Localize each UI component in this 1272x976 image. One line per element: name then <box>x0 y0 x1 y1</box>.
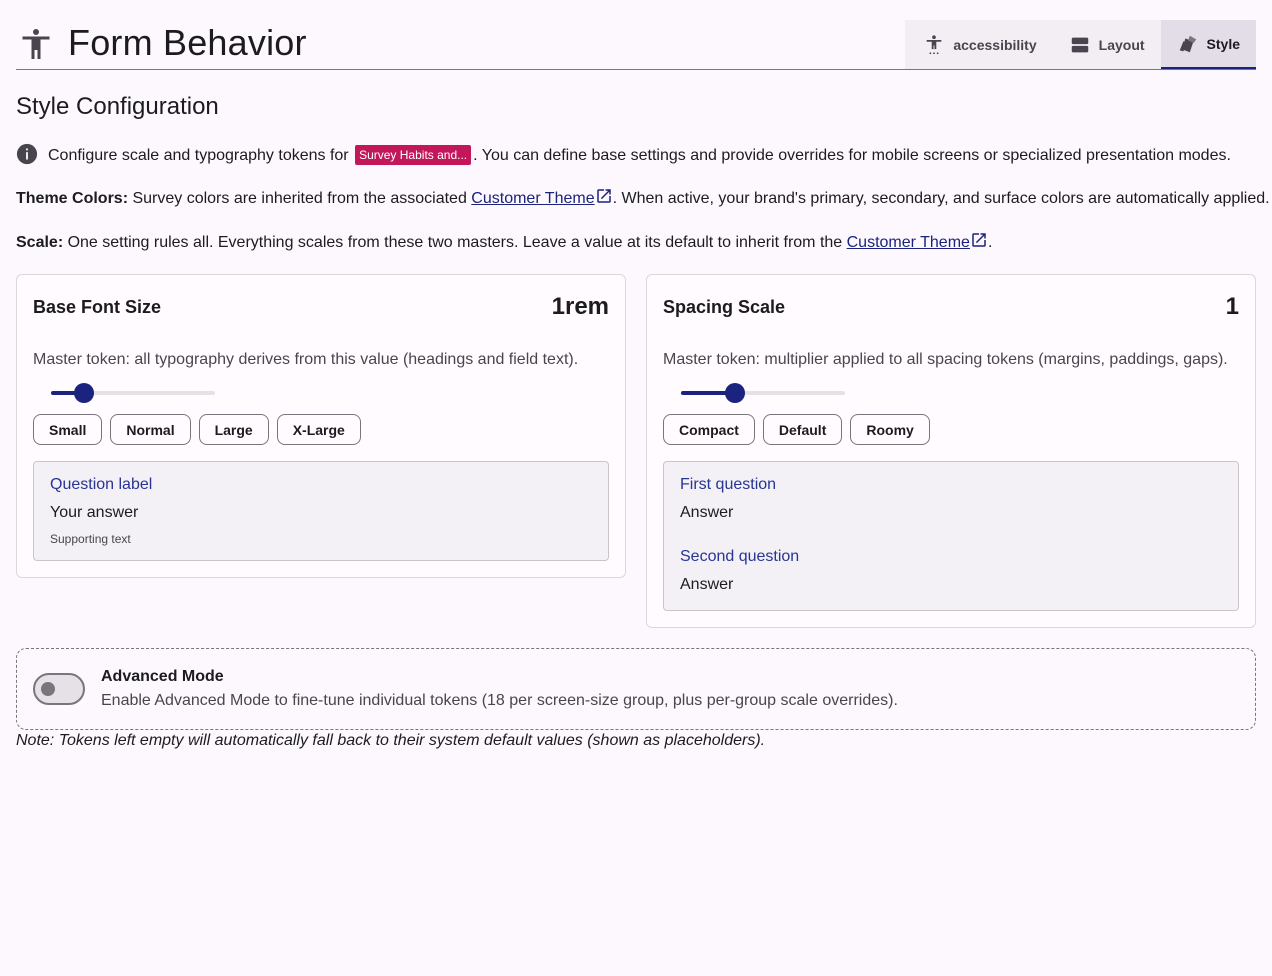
card-description: Master token: all typography derives fro… <box>33 351 579 368</box>
roomy-button[interactable]: Roomy <box>850 414 930 445</box>
theme-colors-text-after: . When active, your brand's primary, sec… <box>612 190 1270 207</box>
tab-label: Style <box>1206 35 1240 52</box>
card-value: 1rem <box>551 293 609 320</box>
base-font-size-card: Base Font Size 1rem Master token: all ty… <box>16 274 626 578</box>
spacing-scale-card: Spacing Scale 1 Master token: multiplier… <box>646 274 1256 628</box>
intro-line: Configure scale and typography tokens fo… <box>16 143 1231 166</box>
fallback-note: Note: Tokens left empty will automatical… <box>16 732 766 749</box>
info-icon <box>16 143 38 165</box>
page-title: Form Behavior <box>68 22 307 63</box>
preview-first-answer: Answer <box>680 504 734 521</box>
accessibility-icon <box>927 34 942 54</box>
advanced-mode-toggle[interactable] <box>33 673 85 705</box>
theme-colors-text: Survey colors are inherited from the ass… <box>128 190 472 207</box>
external-link-icon <box>596 189 611 203</box>
customer-theme-link[interactable]: Customer Theme <box>471 189 612 207</box>
intro-text: Configure scale and typography tokens fo… <box>48 147 349 164</box>
preview-second-question: Second question <box>680 548 800 565</box>
normal-button[interactable]: Normal <box>110 414 191 445</box>
scale-text-after: . <box>987 234 993 251</box>
tab-bar: accessibility Layout Style <box>905 20 1256 69</box>
compact-button[interactable]: Compact <box>663 414 755 445</box>
preview-first-question: First question <box>680 476 777 493</box>
small-button[interactable]: Small <box>33 414 103 445</box>
external-link-icon <box>972 233 986 247</box>
spacing-presets: Compact Default Roomy <box>663 414 930 445</box>
tab-style[interactable]: Style <box>1160 20 1256 69</box>
tab-label: accessibility <box>953 36 1037 53</box>
x-large-button[interactable]: X-Large <box>276 414 361 445</box>
tab-accessibility[interactable]: accessibility <box>905 20 1052 69</box>
font-size-presets: Small Normal Large X-Large <box>33 414 361 445</box>
preview-question-label: Question label <box>50 476 153 493</box>
spacing-preview: First question Answer Second question An… <box>663 461 1239 611</box>
preview-answer: Your answer <box>50 504 139 521</box>
preview-supporting-text: Supporting text <box>50 532 131 546</box>
tab-label: Layout <box>1098 36 1145 53</box>
slider-thumb[interactable] <box>73 383 94 403</box>
card-value: 1 <box>1225 293 1239 320</box>
style-icon <box>1179 35 1196 52</box>
advanced-mode-title: Advanced Mode <box>101 668 224 685</box>
survey-chip: Survey Habits and... <box>355 145 472 165</box>
preview-second-answer: Answer <box>680 576 734 593</box>
tab-layout[interactable]: Layout <box>1053 20 1161 69</box>
advanced-mode-panel: Advanced Mode Enable Advanced Mode to fi… <box>16 648 1256 730</box>
card-description: Master token: multiplier applied to all … <box>663 351 1228 368</box>
accessibility-icon <box>22 29 50 59</box>
customer-theme-link[interactable]: Customer Theme <box>847 233 988 251</box>
large-button[interactable]: Large <box>198 414 269 445</box>
scale-text: One setting rules all. Everything scales… <box>63 234 847 251</box>
font-size-slider[interactable] <box>51 383 215 403</box>
card-title: Spacing Scale <box>663 297 786 317</box>
intro-text-after: . You can define base settings and provi… <box>473 147 1231 164</box>
toggle-knob <box>41 682 55 696</box>
advanced-mode-description: Enable Advanced Mode to fine-tune indivi… <box>101 692 898 709</box>
scale-label: Scale: <box>16 234 64 251</box>
theme-colors-line: Theme Colors: Survey colors are inherite… <box>16 187 1270 209</box>
theme-colors-label: Theme Colors: <box>16 190 129 207</box>
layout-icon <box>1071 37 1088 52</box>
section-title: Style Configuration <box>16 93 219 120</box>
default-button[interactable]: Default <box>762 414 843 445</box>
scale-line: Scale: One setting rules all. Everything… <box>16 231 992 253</box>
page-header: Form Behavior accessibility Layout Style <box>16 0 1256 70</box>
page: Form Behavior accessibility Layout Style… <box>16 0 1270 749</box>
font-preview: Question label Your answer Supporting te… <box>33 461 609 561</box>
slider-thumb[interactable] <box>725 383 746 403</box>
spacing-scale-slider[interactable] <box>681 383 845 403</box>
card-title: Base Font Size <box>33 297 162 317</box>
